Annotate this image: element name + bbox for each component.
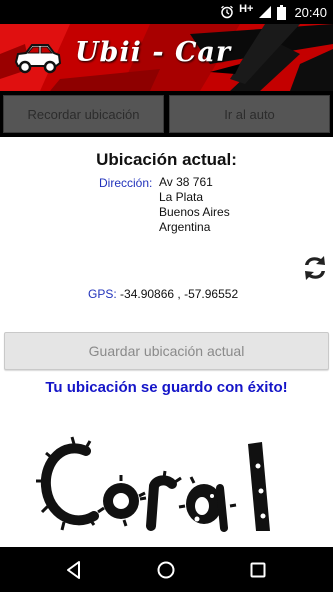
network-type: H+ (239, 3, 254, 15)
action-bar: Recordar ubicación Ir al auto (0, 91, 333, 137)
current-location-title: Ubicación actual: (96, 150, 237, 169)
go-to-car-button[interactable]: Ir al auto (169, 95, 330, 133)
gps-coordinates: GPS: -34.90866 , -57.96552 (88, 287, 238, 301)
address-line: Argentina (159, 220, 211, 234)
app-title: Ubii - Car (75, 37, 232, 68)
back-icon[interactable] (61, 557, 87, 583)
refresh-icon[interactable] (302, 253, 328, 283)
gps-label: GPS: (88, 287, 117, 301)
status-bar: H+ 20:40 (0, 0, 333, 24)
save-location-button[interactable]: Guardar ubicación actual (4, 332, 329, 370)
alarm-icon (221, 5, 234, 19)
address-label: Dirección: (99, 176, 153, 190)
gps-value: -34.90866 , -57.96552 (120, 287, 239, 301)
success-message: Tu ubicación se guardo con éxito! (45, 379, 288, 396)
signal-icon (259, 6, 272, 18)
car-icon (14, 44, 62, 74)
address-line: Av 38 761 (159, 175, 213, 189)
address-value: Av 38 761 La Plata Buenos Aires Argentin… (159, 175, 230, 235)
status-icons: H+ 20:40 (220, 0, 327, 24)
remember-location-button[interactable]: Recordar ubicación (3, 95, 164, 133)
recents-icon[interactable] (245, 557, 271, 583)
screen: H+ 20:40 Ubii - Car Recordar ubicación I… (0, 0, 333, 592)
battery-icon (277, 4, 287, 20)
navigation-bar (0, 547, 333, 592)
app-header: Ubii - Car (0, 24, 333, 91)
address-line: La Plata (159, 190, 204, 204)
coral-logo (36, 436, 270, 532)
address-line: Buenos Aires (159, 205, 230, 219)
clock: 20:40 (294, 4, 327, 20)
home-icon[interactable] (153, 557, 179, 583)
